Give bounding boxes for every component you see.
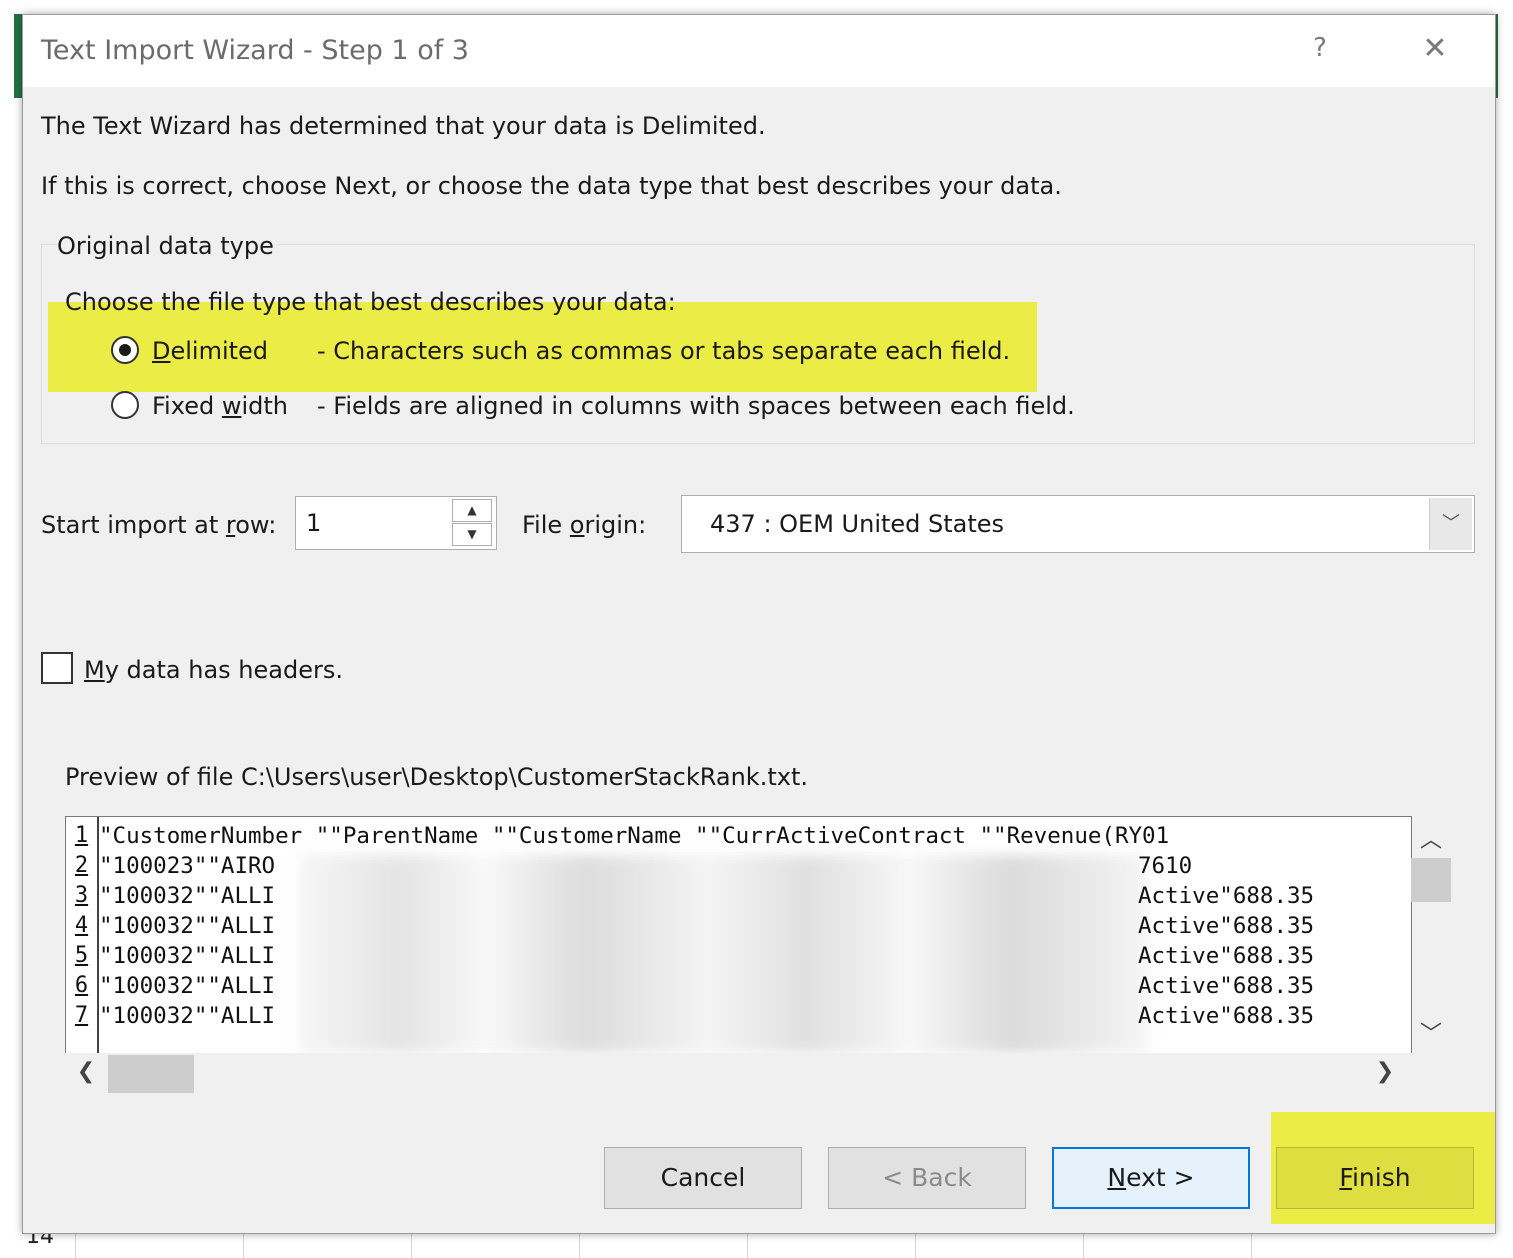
horizontal-scroll-thumb[interactable] <box>108 1055 194 1093</box>
text-import-wizard-dialog: Text Import Wizard - Step 1 of 3 ? ✕ The… <box>22 14 1496 1234</box>
dialog-title: Text Import Wizard - Step 1 of 3 <box>41 35 469 66</box>
fixed-width-label[interactable]: Fixed width <box>152 392 288 420</box>
scroll-right-icon[interactable]: ❯ <box>1370 1059 1400 1089</box>
preview-line: "100032""ALLI <box>99 973 276 999</box>
stepper-up-icon[interactable]: ▲ <box>452 499 492 522</box>
delimited-radio[interactable] <box>111 336 139 364</box>
grid-line <box>579 1230 580 1258</box>
preview-line: "100032""ALLI <box>99 1003 276 1029</box>
preview-horizontal-scrollbar[interactable]: ❮ ❯ <box>65 1053 1410 1097</box>
headers-checkbox[interactable] <box>41 652 73 684</box>
delimited-label-accel: D <box>152 337 171 365</box>
chevron-down-icon[interactable]: ﹀ <box>1429 498 1472 550</box>
row-number: 2 <box>74 853 89 878</box>
grid-line <box>75 1230 76 1258</box>
file-origin-label-post: rigin: <box>584 511 647 539</box>
headers-label[interactable]: My data has headers. <box>84 656 343 684</box>
stepper-buttons: ▲ ▼ <box>452 499 494 547</box>
scroll-up-icon[interactable]: ︿ <box>1411 822 1451 853</box>
row-number: 5 <box>74 943 89 968</box>
file-origin-value: 437 : OEM United States <box>710 510 1005 538</box>
row-number: 4 <box>74 913 89 938</box>
start-row-label-pre: Start import at <box>41 511 226 539</box>
delimited-description: - Characters such as commas or tabs sepa… <box>317 337 1011 365</box>
preview-row-numbers: 1 2 3 4 5 6 7 <box>66 817 99 1053</box>
row-number: 3 <box>74 883 89 908</box>
preview-vertical-scrollbar[interactable]: ︿ ﹀ <box>1411 816 1473 1052</box>
help-button[interactable]: ? <box>1305 33 1335 63</box>
file-origin-select[interactable]: 437 : OEM United States ﹀ <box>681 495 1475 553</box>
file-type-prompt: Choose the file type that best describes… <box>65 288 676 316</box>
preview-line: "100032""ALLI <box>99 943 276 969</box>
back-button[interactable]: < Back <box>828 1147 1026 1209</box>
title-bar: Text Import Wizard - Step 1 of 3 ? ✕ <box>23 15 1495 87</box>
stepper-down-icon[interactable]: ▼ <box>452 523 492 546</box>
preview-line-tail: Active"688.35 <box>1138 913 1315 939</box>
next-label-post: ext > <box>1126 1163 1195 1192</box>
start-row-label-post: ow: <box>235 511 277 539</box>
grid-line <box>243 1230 244 1258</box>
row-number: 7 <box>74 1003 89 1028</box>
preview-line-tail: 7610 <box>1138 853 1193 879</box>
next-label-accel: N <box>1107 1163 1127 1192</box>
grid-line <box>411 1230 412 1258</box>
delimited-label[interactable]: Delimited <box>152 337 268 365</box>
preview-line-tail: Active"688.35 <box>1138 883 1315 909</box>
row-number: 6 <box>74 973 89 998</box>
scroll-down-icon[interactable]: ﹀ <box>1411 1016 1451 1047</box>
headers-label-post: y data has headers. <box>104 656 343 684</box>
close-button[interactable]: ✕ <box>1417 31 1453 66</box>
grid-line <box>747 1230 748 1258</box>
start-row-label-accel: r <box>225 511 236 539</box>
start-row-value[interactable]: 1 <box>306 509 321 537</box>
group-title: Original data type <box>57 232 278 260</box>
preview-line: "CustomerNumber ""ParentName ""CustomerN… <box>99 823 1170 849</box>
scroll-left-icon[interactable]: ❮ <box>71 1059 101 1089</box>
grid-line <box>1251 1230 1252 1258</box>
excel-window-edge-left <box>14 14 22 98</box>
start-row-stepper[interactable]: 1 ▲ ▼ <box>295 496 497 550</box>
preview-title: Preview of file C:\Users\user\Desktop\Cu… <box>65 763 808 791</box>
preview-line-tail: Active"688.35 <box>1138 1003 1315 1029</box>
start-row-label: Start import at row: <box>41 511 276 539</box>
intro-line-2: If this is correct, choose Next, or choo… <box>41 172 1062 200</box>
finish-label-accel: F <box>1339 1163 1352 1192</box>
preview-line-tail: Active"688.35 <box>1138 943 1315 969</box>
delimited-label-post: elimited <box>170 337 269 365</box>
grid-line <box>915 1230 916 1258</box>
preview-line: "100032""ALLI <box>99 883 276 909</box>
intro-line-1: The Text Wizard has determined that your… <box>41 112 766 140</box>
fixed-width-radio[interactable] <box>111 391 139 419</box>
fixed-width-label-pre: Fixed <box>152 392 222 420</box>
grid-line <box>1083 1230 1084 1258</box>
preview-line: "100023""AIRO <box>99 853 276 879</box>
finish-label-post: inish <box>1351 1163 1411 1192</box>
cancel-button[interactable]: Cancel <box>604 1147 802 1209</box>
row-number: 1 <box>74 823 89 848</box>
radio-selected-dot <box>119 344 131 356</box>
finish-button[interactable]: Finish <box>1276 1147 1474 1209</box>
headers-label-accel: M <box>84 656 105 684</box>
redacted-blur <box>298 855 1148 1053</box>
file-origin-label-accel: o <box>569 511 585 539</box>
fixed-width-description: - Fields are aligned in columns with spa… <box>317 392 1075 420</box>
preview-line-tail: Active"688.35 <box>1138 973 1315 999</box>
file-preview[interactable]: 1 2 3 4 5 6 7 "CustomerNumber ""ParentNa… <box>65 816 1412 1053</box>
file-origin-label: File origin: <box>522 511 646 539</box>
fixed-width-label-post: idth <box>241 392 288 420</box>
vertical-scroll-thumb[interactable] <box>1411 858 1451 902</box>
preview-line: "100032""ALLI <box>99 913 276 939</box>
fixed-width-label-accel: w <box>221 392 242 420</box>
next-button[interactable]: Next > <box>1052 1147 1250 1209</box>
file-origin-label-pre: File <box>522 511 570 539</box>
